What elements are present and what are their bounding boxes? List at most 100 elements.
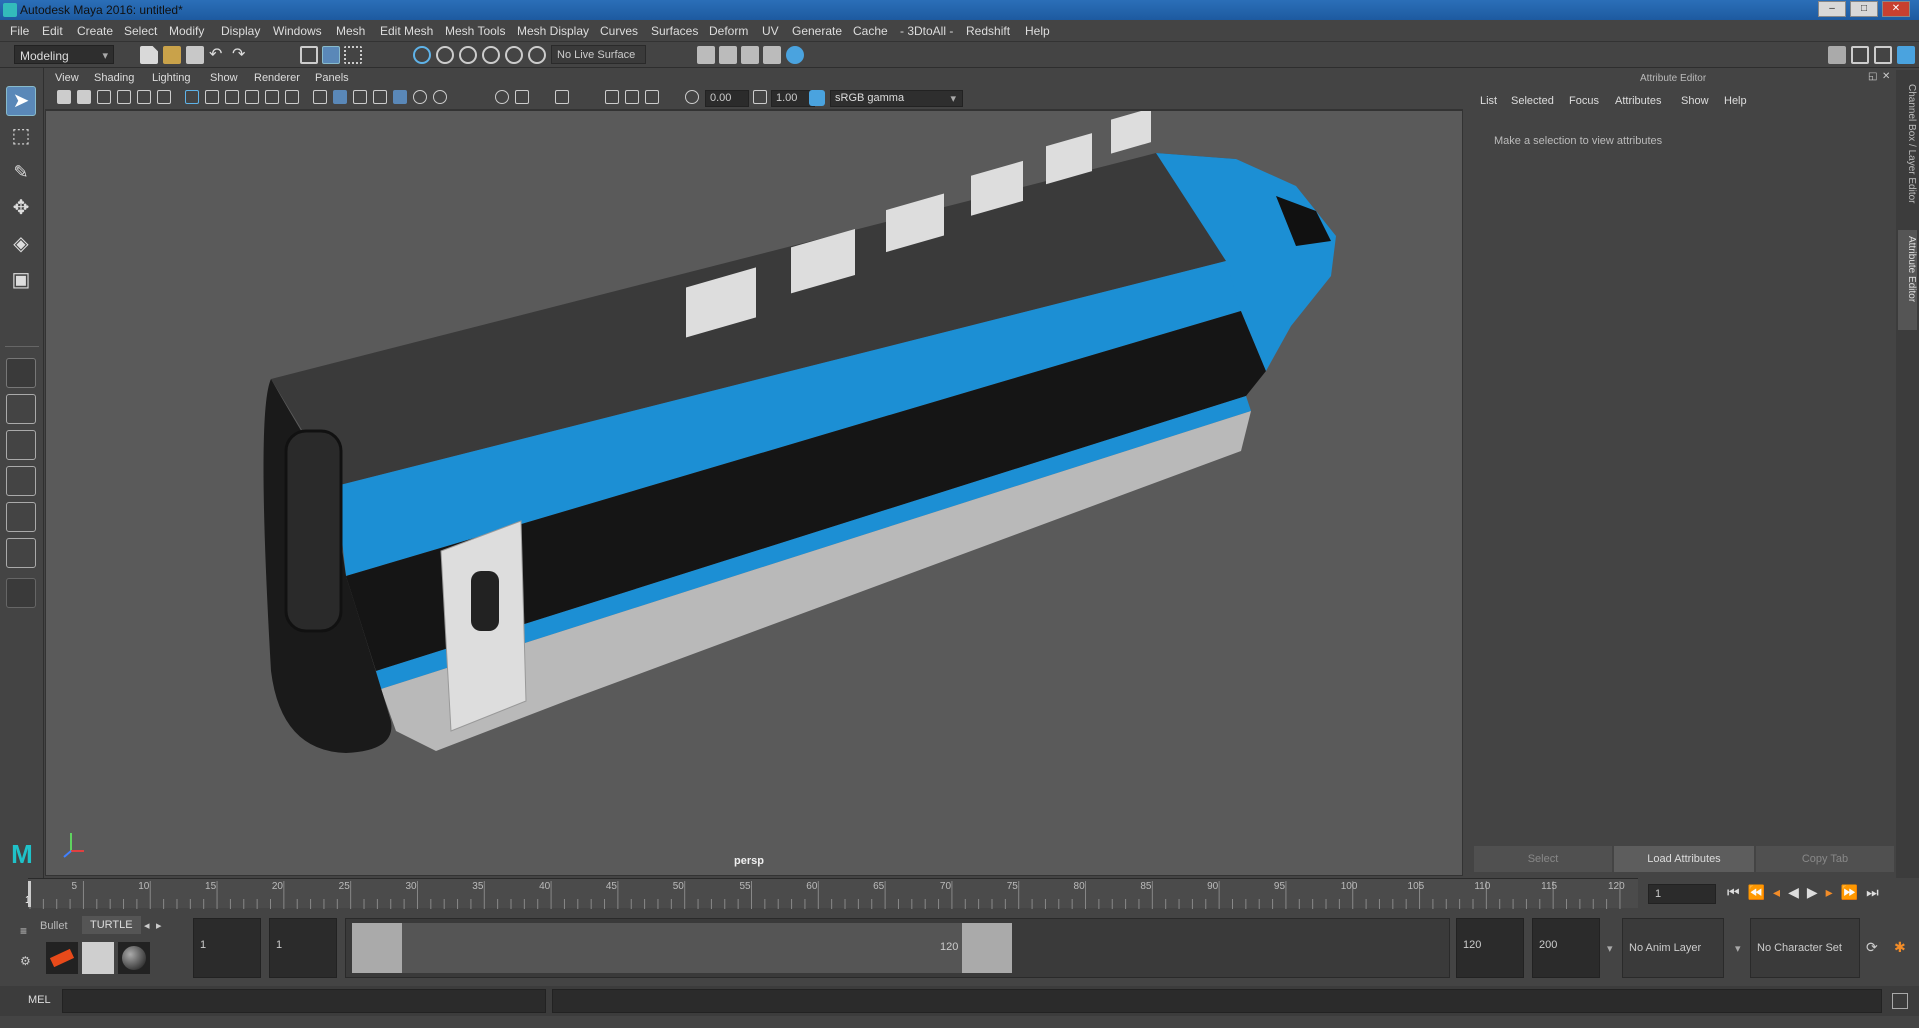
save-scene-icon[interactable] — [186, 46, 204, 64]
snap-grid-icon[interactable] — [413, 46, 431, 64]
menu-3dtoall[interactable]: - 3DtoAll - — [900, 24, 953, 38]
viewport-menu-show[interactable]: Show — [210, 72, 238, 84]
paint-select-tool-icon[interactable]: ✎ — [6, 158, 36, 188]
bookmark-icon[interactable] — [97, 90, 111, 104]
outliner-layout-icon[interactable] — [6, 538, 36, 568]
play-forwards-icon[interactable]: ▶ — [1807, 884, 1826, 900]
ae-tab-help[interactable]: Help — [1724, 95, 1747, 107]
shelf-menu-icon[interactable]: ≡ — [20, 924, 34, 938]
mode-selector[interactable]: Modeling ▾ — [14, 45, 114, 64]
shelf-scroll-right-icon[interactable]: ▸ — [156, 919, 162, 932]
screen-space-icon[interactable] — [645, 90, 659, 104]
camera-attributes-icon[interactable] — [77, 90, 91, 104]
viewport-menu-panels[interactable]: Panels — [315, 72, 349, 84]
wireframe-icon[interactable] — [313, 90, 327, 104]
depth-of-field-icon[interactable] — [625, 90, 639, 104]
viewport-menu-shading[interactable]: Shading — [94, 72, 134, 84]
shelf-scroll-left-icon[interactable]: ◂ — [144, 919, 150, 932]
redo-icon[interactable]: ↷ — [232, 46, 250, 64]
ambient-occlusion-icon[interactable] — [495, 90, 509, 104]
menu-mesh-display[interactable]: Mesh Display — [517, 24, 589, 38]
step-forward-key-icon[interactable]: ⏩ — [1841, 884, 1866, 900]
scale-tool-icon[interactable]: ▣ — [6, 266, 36, 296]
shadows-icon[interactable] — [433, 90, 447, 104]
close-button[interactable]: ✕ — [1882, 1, 1910, 17]
viewport-menu-lighting[interactable]: Lighting — [152, 72, 191, 84]
ae-tab-focus[interactable]: Focus — [1569, 95, 1599, 107]
exposure-field[interactable]: 0.00 — [705, 90, 749, 107]
menu-edit-mesh[interactable]: Edit Mesh — [380, 24, 433, 38]
grid-toggle-icon[interactable] — [185, 90, 199, 104]
anti-aliasing-icon[interactable] — [605, 90, 619, 104]
auto-key-icon[interactable]: ⟳ — [1866, 939, 1878, 956]
minimize-button[interactable]: – — [1818, 1, 1846, 17]
range-end-handle[interactable] — [962, 923, 1012, 973]
menu-deform[interactable]: Deform — [709, 24, 748, 38]
menu-surfaces[interactable]: Surfaces — [651, 24, 698, 38]
custom-layout-button[interactable] — [6, 578, 36, 608]
character-set-dropdown[interactable]: No Character Set — [1750, 918, 1860, 978]
chevron-down-icon[interactable]: ▾ — [1735, 942, 1741, 955]
menu-help[interactable]: Help — [1025, 24, 1050, 38]
select-tool-icon[interactable]: ➤ — [6, 86, 36, 116]
shelf-settings-icon[interactable]: ⚙ — [20, 954, 34, 968]
wireframe-on-shaded-icon[interactable] — [353, 90, 367, 104]
snap-point-icon[interactable] — [459, 46, 477, 64]
go-to-start-icon[interactable]: ⏮ — [1727, 884, 1748, 900]
maximize-button[interactable]: □ — [1850, 1, 1878, 17]
menu-redshift[interactable]: Redshift — [966, 24, 1010, 38]
range-start-handle[interactable] — [352, 923, 402, 973]
chevron-down-icon[interactable]: ▾ — [1607, 942, 1613, 955]
shelf-tab-bullet[interactable]: Bullet — [40, 920, 68, 932]
gate-mask-icon[interactable] — [245, 90, 259, 104]
step-back-key-icon[interactable]: ⏪ — [1748, 884, 1773, 900]
xray-icon[interactable] — [373, 90, 387, 104]
float-panel-icon[interactable]: ◱ — [1868, 71, 1877, 82]
menu-file[interactable]: File — [10, 24, 29, 38]
snap-vertex-icon[interactable] — [528, 46, 546, 64]
image-plane-icon[interactable] — [117, 90, 131, 104]
live-surface-field[interactable]: No Live Surface — [551, 45, 646, 64]
lasso-tool-icon[interactable]: ⬚ — [6, 122, 36, 152]
tool-settings-icon[interactable] — [1874, 46, 1892, 64]
play-backwards-icon[interactable]: ◀ — [1788, 884, 1807, 900]
hypershade-icon[interactable] — [786, 46, 804, 64]
snap-view-icon[interactable] — [482, 46, 500, 64]
render-current-icon[interactable] — [741, 46, 759, 64]
anim-layer-dropdown[interactable]: No Anim Layer — [1622, 918, 1724, 978]
menu-generate[interactable]: Generate — [792, 24, 842, 38]
resolution-gate-icon[interactable] — [225, 90, 239, 104]
render-view-icon[interactable] — [719, 46, 737, 64]
turtle-bake-shelf-icon[interactable] — [82, 942, 114, 974]
ae-tab-attributes[interactable]: Attributes — [1615, 95, 1661, 107]
colorspace-dropdown[interactable]: sRGB gamma ▾ — [830, 90, 963, 107]
ae-tab-selected[interactable]: Selected — [1511, 95, 1554, 107]
exposure-icon[interactable] — [685, 90, 699, 104]
perspective-viewport[interactable]: persp — [45, 108, 1463, 876]
snap-curve-icon[interactable] — [436, 46, 454, 64]
safe-action-icon[interactable] — [285, 90, 299, 104]
attribute-editor-toggle-icon[interactable] — [1851, 46, 1869, 64]
turtle-surface-shelf-icon[interactable] — [118, 942, 150, 974]
viewport-menu-renderer[interactable]: Renderer — [254, 72, 300, 84]
menu-mesh-tools[interactable]: Mesh Tools — [445, 24, 505, 38]
field-chart-icon[interactable] — [265, 90, 279, 104]
grease-pencil-icon[interactable] — [157, 90, 171, 104]
hypershade-layout-icon[interactable] — [6, 502, 36, 532]
turtle-render-shelf-icon[interactable] — [46, 942, 78, 974]
current-time-marker[interactable] — [28, 881, 31, 907]
menu-windows[interactable]: Windows — [273, 24, 322, 38]
step-forward-frame-icon[interactable]: ▸ — [1826, 884, 1841, 900]
time-slider[interactable]: 5 10 15 20 25 30 35 40 45 50 55 60 65 70 75 80 85 90 95 100… — [25, 878, 1638, 909]
menu-select[interactable]: Select — [124, 24, 157, 38]
color-management-icon[interactable] — [809, 90, 825, 106]
animation-preferences-icon[interactable]: ✱ — [1894, 939, 1906, 956]
ae-tab-list[interactable]: List — [1480, 95, 1497, 107]
ae-copy-tab-button[interactable]: Copy Tab — [1756, 846, 1894, 872]
select-component-icon[interactable] — [344, 46, 362, 64]
2d-pan-zoom-icon[interactable] — [137, 90, 151, 104]
undo-icon[interactable]: ↶ — [209, 46, 227, 64]
cmd-language-label[interactable]: MEL — [28, 994, 51, 1006]
menu-uv[interactable]: UV — [762, 24, 779, 38]
scene-end-field[interactable]: 200 — [1532, 918, 1600, 978]
